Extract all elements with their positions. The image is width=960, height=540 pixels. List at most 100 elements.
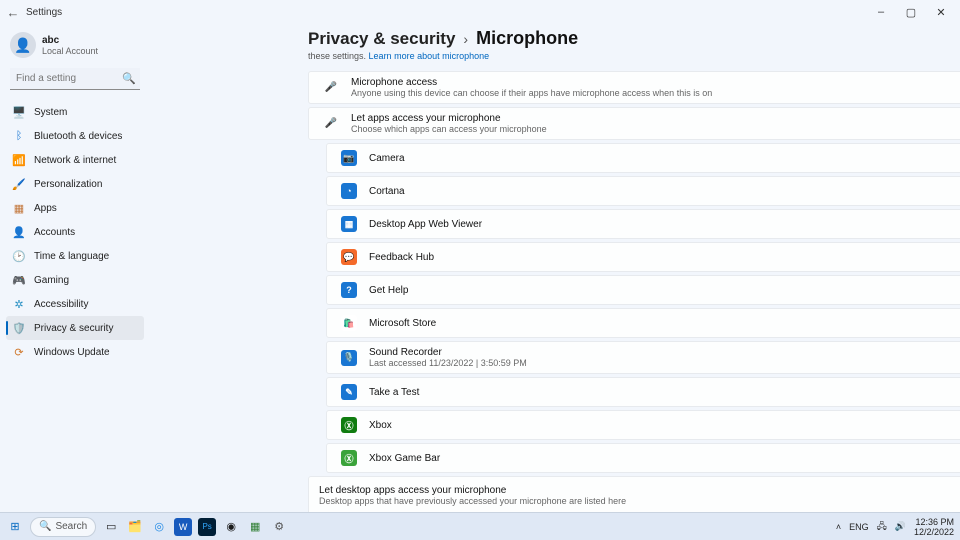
settings-icon[interactable]: ⚙ bbox=[270, 518, 288, 536]
tray-language[interactable]: ENG bbox=[849, 522, 869, 532]
app-icon: ? bbox=[341, 282, 357, 298]
task-view-button[interactable]: ▭ bbox=[102, 518, 120, 536]
row-title: Let desktop apps access your microphone bbox=[319, 485, 960, 496]
word-icon[interactable]: W bbox=[174, 518, 192, 536]
app-row-camera[interactable]: 📷 Camera On bbox=[326, 143, 960, 173]
app-icon: ▦ bbox=[341, 216, 357, 232]
let-apps-access-row[interactable]: 🎤 Let apps access your microphone Choose… bbox=[308, 107, 960, 140]
app-row-take-a-test[interactable]: ✎ Take a Test Off bbox=[326, 377, 960, 407]
window-title: Settings bbox=[26, 7, 62, 18]
microphone-icon: 🎤 bbox=[325, 118, 337, 129]
sidebar-item-gaming[interactable]: 🎮 Gaming bbox=[6, 268, 144, 292]
app-name: Xbox Game Bar bbox=[369, 453, 960, 464]
window-close-button[interactable]: ✕ bbox=[926, 6, 956, 19]
window-titlebar: ← Settings – ▢ ✕ bbox=[0, 0, 960, 24]
app-row-get-help[interactable]: ? Get Help Off bbox=[326, 275, 960, 305]
window-maximize-button[interactable]: ▢ bbox=[896, 6, 926, 19]
sidebar-item-label: Windows Update bbox=[34, 347, 110, 358]
sidebar-item-label: Bluetooth & devices bbox=[34, 131, 122, 142]
app-icon: ✎ bbox=[341, 384, 357, 400]
sidebar-item-bluetooth-devices[interactable]: ᛒBluetooth & devices bbox=[6, 124, 144, 148]
nav-icon: 🕑 bbox=[12, 249, 26, 263]
sidebar-item-personalization[interactable]: 🖌️ Personalization bbox=[6, 172, 144, 196]
row-subtitle: Desktop apps that have previously access… bbox=[319, 496, 960, 506]
app-row-feedback-hub[interactable]: 💬 Feedback Hub On bbox=[326, 242, 960, 272]
tray-clock[interactable]: 12:36 PM 12/2/2022 bbox=[914, 517, 954, 537]
nav-icon: 🎮 bbox=[12, 273, 26, 287]
sidebar-item-label: Apps bbox=[34, 203, 57, 214]
tray-network-icon[interactable]: 🖧 bbox=[877, 519, 887, 535]
window-minimize-button[interactable]: – bbox=[866, 6, 896, 19]
app-row-sound-recorder[interactable]: 🎙️ Sound Recorder Last accessed 11/23/20… bbox=[326, 341, 960, 374]
row-title: Microphone access bbox=[351, 77, 960, 88]
app-icon: 💬 bbox=[341, 249, 357, 265]
microphone-icon: 🎤 bbox=[325, 82, 337, 93]
back-button[interactable]: ← bbox=[4, 5, 22, 20]
nav-icon: ⟳ bbox=[12, 345, 26, 359]
start-button[interactable]: ⊞ bbox=[6, 518, 24, 536]
app-icon: Ⓧ bbox=[341, 417, 357, 433]
content-area: Privacy & security › Microphone these se… bbox=[148, 24, 960, 514]
app-row-xbox-game-bar[interactable]: Ⓧ Xbox Game Bar On bbox=[326, 443, 960, 473]
sidebar-item-label: Accessibility bbox=[34, 299, 88, 310]
row-subtitle: Choose which apps can access your microp… bbox=[351, 124, 960, 134]
row-title: Let apps access your microphone bbox=[351, 113, 960, 124]
user-account-type: Local Account bbox=[42, 46, 98, 56]
nav-icon: 🛡️ bbox=[12, 321, 26, 335]
app-row-desktop-app-web-viewer[interactable]: ▦ Desktop App Web Viewer Off bbox=[326, 209, 960, 239]
app-icon: 📷 bbox=[341, 150, 357, 166]
app-icon: 🛍️ bbox=[341, 315, 357, 331]
app-icon[interactable]: ▦ bbox=[246, 518, 264, 536]
app-name: Microsoft Store bbox=[369, 318, 960, 329]
search-input[interactable] bbox=[10, 68, 140, 90]
search-box[interactable]: 🔍 bbox=[10, 68, 140, 90]
nav-list: 🖥️ System ᛒBluetooth & devices📶Network & i… bbox=[6, 100, 144, 364]
app-name: Take a Test bbox=[369, 387, 960, 398]
sidebar-item-accounts[interactable]: 👤 Accounts bbox=[6, 220, 144, 244]
taskbar-search[interactable]: 🔍 Search bbox=[30, 517, 96, 537]
app-row-cortana[interactable]: ◔ Cortana On bbox=[326, 176, 960, 206]
learn-more-link[interactable]: Learn more about microphone bbox=[369, 51, 490, 61]
app-icon: Ⓧ bbox=[341, 450, 357, 466]
app-name: Cortana bbox=[369, 186, 960, 197]
sidebar-item-label: Personalization bbox=[34, 179, 102, 190]
sidebar-item-system[interactable]: 🖥️ System bbox=[6, 100, 144, 124]
microphone-access-row[interactable]: 🎤 Microphone access Anyone using this de… bbox=[308, 71, 960, 104]
nav-icon: 🖥️ bbox=[12, 105, 26, 119]
sidebar-item-accessibility[interactable]: ✲ Accessibility bbox=[6, 292, 144, 316]
sidebar-item-privacy-security[interactable]: 🛡️ Privacy & security bbox=[6, 316, 144, 340]
app-icon[interactable]: Ps bbox=[198, 518, 216, 536]
sidebar-item-time-language[interactable]: 🕑Time & language bbox=[6, 244, 144, 268]
edge-icon[interactable]: ◎ bbox=[150, 518, 168, 536]
chevron-right-icon: › bbox=[463, 31, 468, 47]
sidebar-item-label: Privacy & security bbox=[34, 323, 113, 334]
sidebar-item-label: Gaming bbox=[34, 275, 69, 286]
avatar: 👤 bbox=[10, 32, 36, 58]
tray-volume-icon[interactable]: 🔊 bbox=[895, 521, 906, 532]
sidebar-item-network-internet[interactable]: 📶Network & internet bbox=[6, 148, 144, 172]
chrome-icon[interactable]: ◉ bbox=[222, 518, 240, 536]
sidebar: 👤 abc Local Account 🔍 🖥️ System ᛒBluetooth… bbox=[0, 24, 148, 514]
app-row-microsoft-store[interactable]: 🛍️ Microsoft Store On bbox=[326, 308, 960, 338]
tray-chevron-icon[interactable]: ˄ bbox=[836, 522, 841, 532]
nav-icon: ▦ bbox=[12, 201, 26, 215]
user-name: abc bbox=[42, 35, 98, 46]
page-title: Microphone bbox=[476, 28, 578, 49]
app-row-xbox[interactable]: Ⓧ Xbox On bbox=[326, 410, 960, 440]
page-description: these settings. Learn more about microph… bbox=[308, 51, 960, 61]
sidebar-item-apps[interactable]: ▦ Apps bbox=[6, 196, 144, 220]
nav-icon: 👤 bbox=[12, 225, 26, 239]
breadcrumb: Privacy & security › Microphone bbox=[308, 28, 960, 49]
account-summary[interactable]: 👤 abc Local Account bbox=[6, 30, 144, 66]
sidebar-item-windows-update[interactable]: ⟳ Windows Update bbox=[6, 340, 144, 364]
sidebar-item-label: System bbox=[34, 107, 67, 118]
nav-icon: ✲ bbox=[12, 297, 26, 311]
search-icon: 🔍 bbox=[122, 72, 136, 85]
breadcrumb-parent[interactable]: Privacy & security bbox=[308, 29, 455, 49]
sidebar-item-label: Accounts bbox=[34, 227, 75, 238]
file-explorer-icon[interactable]: 🗂️ bbox=[126, 518, 144, 536]
app-icon: ◔ bbox=[341, 183, 357, 199]
nav-icon: 🖌️ bbox=[12, 177, 26, 191]
app-name: Camera bbox=[369, 153, 960, 164]
let-desktop-apps-row[interactable]: Let desktop apps access your microphone … bbox=[308, 476, 960, 514]
